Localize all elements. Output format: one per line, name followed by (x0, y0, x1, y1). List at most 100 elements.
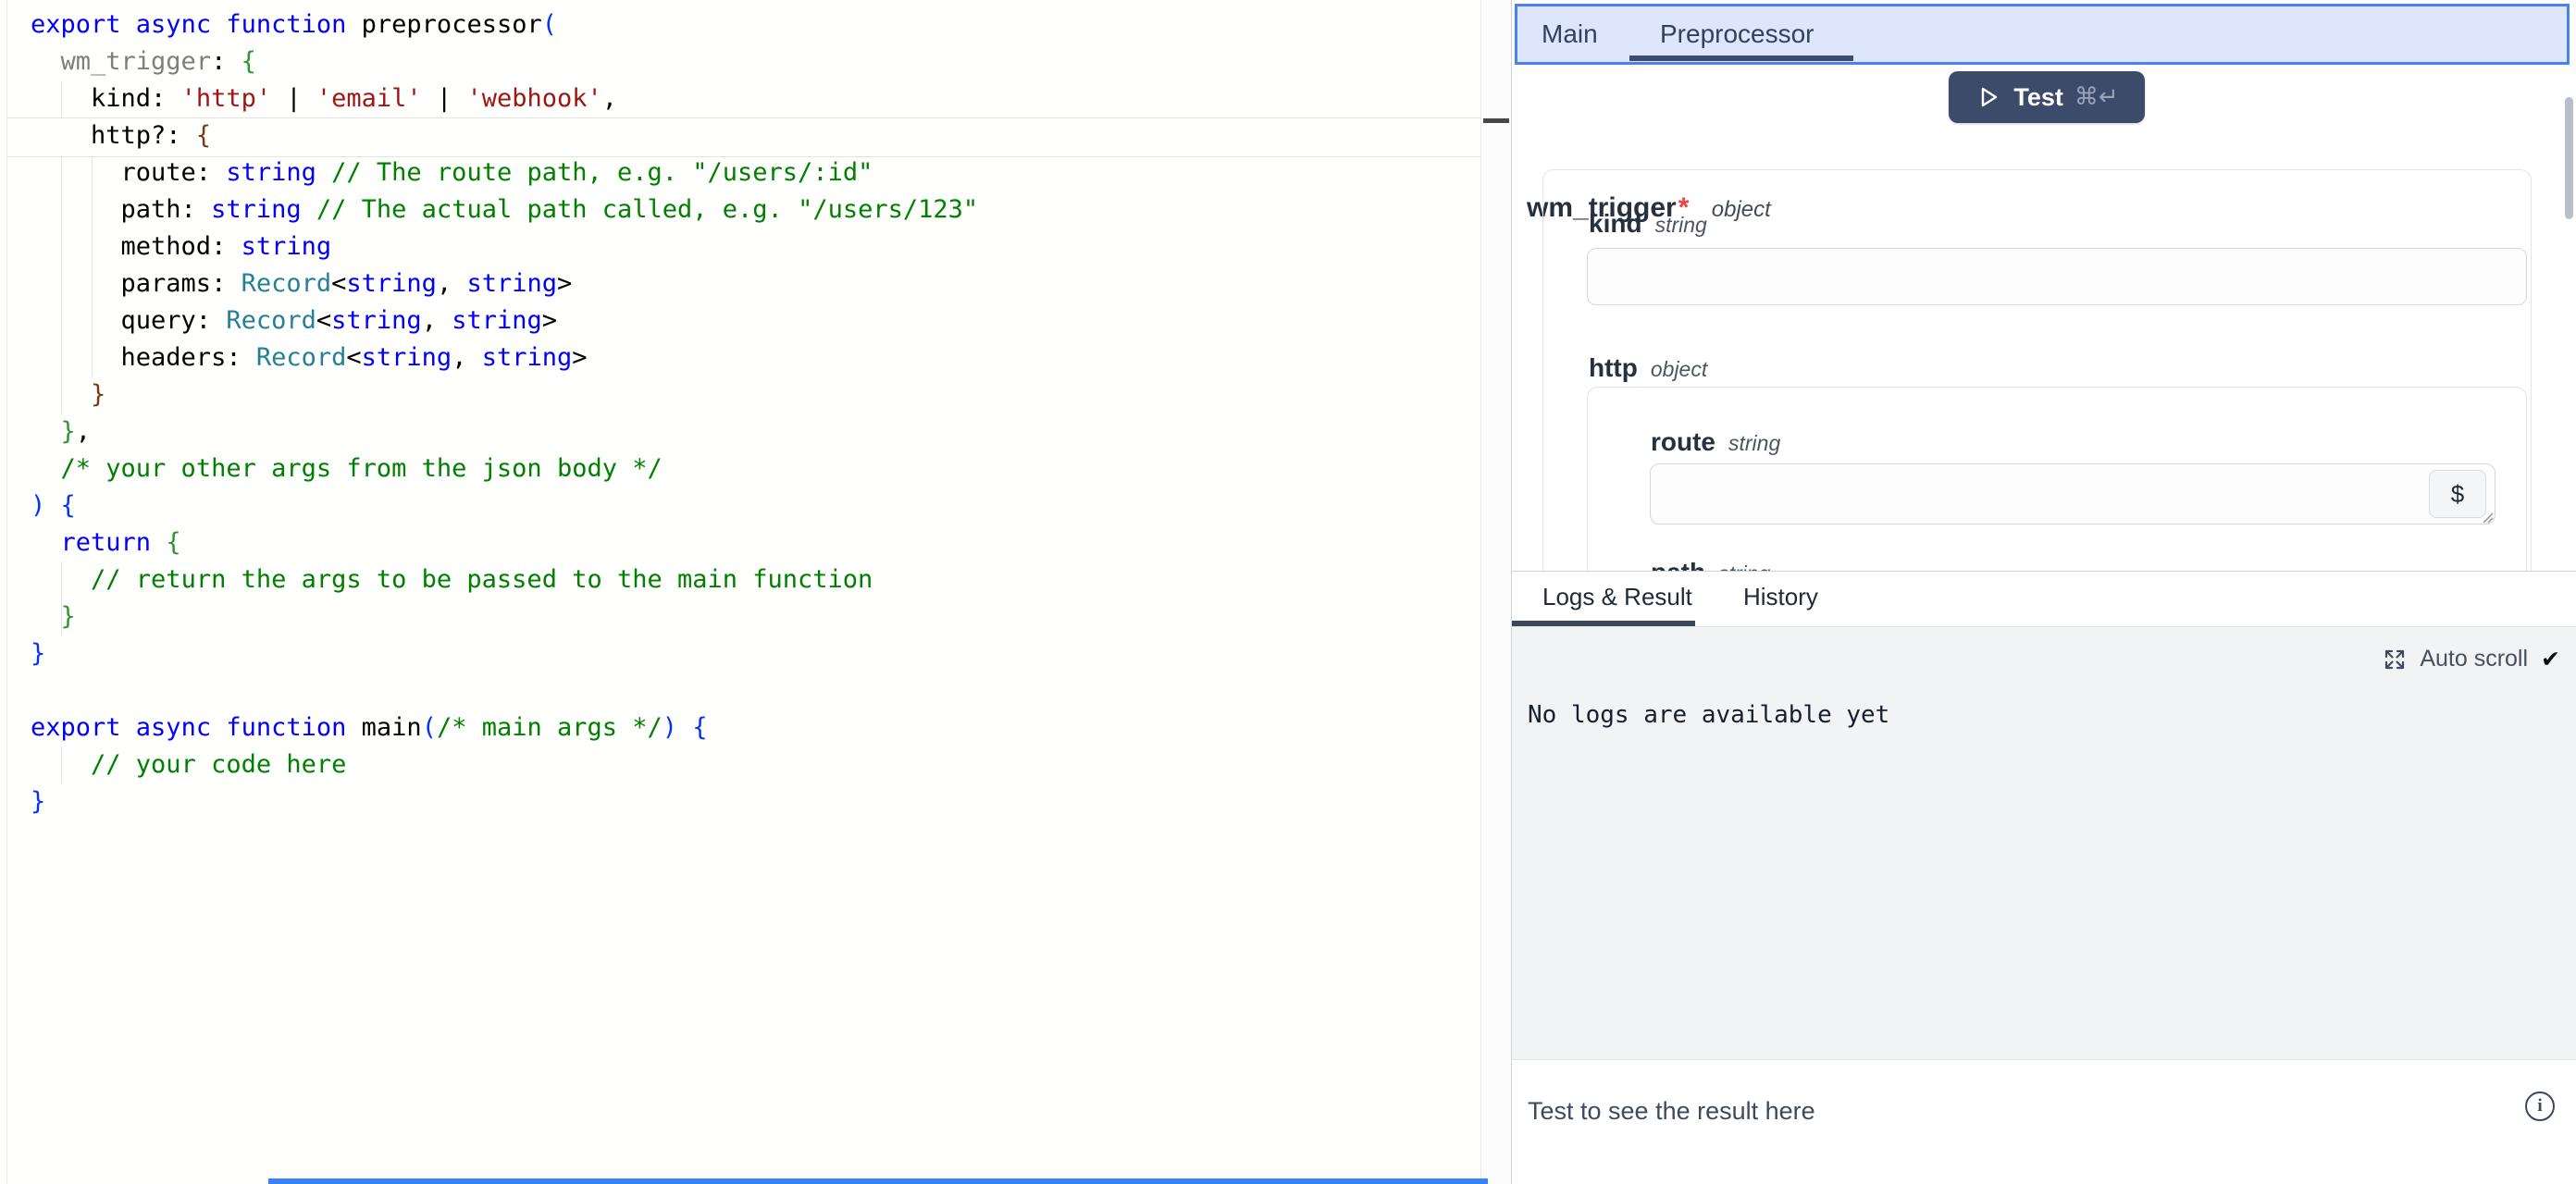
code-token: , (76, 417, 91, 446)
code-token: export (31, 713, 136, 742)
code-line: } (31, 635, 978, 672)
code-token: string (242, 232, 332, 261)
route-input-wrap: $ (1650, 463, 2496, 524)
code-line: headers: Record<string, string> (31, 339, 978, 376)
code-token: string (466, 269, 557, 298)
code-token: } (31, 639, 45, 668)
code-line (31, 672, 978, 709)
test-button[interactable]: Test ⌘↵ (1949, 71, 2145, 123)
code-line: kind: 'http' | 'email' | 'webhook', (31, 80, 978, 117)
kind-input[interactable] (1587, 248, 2527, 305)
panel-scrollbar-thumb[interactable] (2565, 97, 2573, 219)
code-token: ) (663, 713, 693, 742)
code-token: headers: (31, 343, 256, 372)
code-token: string (362, 343, 452, 372)
code-token: 'webhook' (466, 84, 601, 113)
code-line: http?: { (31, 117, 978, 154)
code-token (302, 195, 316, 224)
info-icon[interactable]: i (2525, 1092, 2555, 1121)
code-token: : (211, 47, 242, 76)
code-token: return (61, 528, 167, 557)
code-token: string (452, 306, 542, 335)
field-type: string (1728, 431, 1780, 455)
code-token: } (31, 787, 45, 816)
checkmark-icon: ✔ (2541, 646, 2560, 672)
code-token: { (196, 121, 211, 150)
code-token (31, 602, 61, 631)
code-token: string (226, 158, 316, 187)
code-line: export async function preprocessor( (31, 6, 978, 43)
code-line: export async function main(/* main args … (31, 709, 978, 746)
logs-area: Auto scroll ✔ No logs are available yet (1512, 626, 2576, 1059)
field-name: route (1651, 427, 1715, 456)
overview-ruler-cursor-mark (1483, 118, 1509, 123)
code-line: /* your other args from the json body */ (31, 450, 978, 487)
code-area[interactable]: export async function preprocessor( wm_t… (31, 6, 978, 820)
code-line: // your code here (31, 746, 978, 783)
code-token: { (61, 491, 76, 520)
code-token: // return the args to be passed to the m… (91, 565, 873, 594)
field-name: path (1651, 558, 1705, 571)
code-line: wm_trigger: { (31, 43, 978, 80)
code-token: Record (242, 269, 332, 298)
code-line: ) { (31, 487, 978, 524)
code-token: } (61, 602, 76, 631)
code-token: { (166, 528, 180, 557)
code-token (31, 528, 61, 557)
editor-scrollbar[interactable] (1480, 0, 1511, 1184)
kind-field-label: kindstring (1589, 209, 1707, 239)
code-token: export (31, 10, 136, 39)
code-token: Record (256, 343, 347, 372)
code-token: preprocessor (362, 10, 542, 39)
code-line: } (31, 598, 978, 635)
code-token: < (346, 343, 361, 372)
code-line: // return the args to be passed to the m… (31, 561, 978, 598)
code-token (31, 380, 91, 409)
result-area: Test to see the result here i (1512, 1059, 2576, 1184)
code-token: /* main args */ (437, 713, 663, 742)
code-token: path: (31, 195, 211, 224)
code-token: function (226, 713, 361, 742)
code-token: string (346, 269, 437, 298)
code-token: ) (31, 491, 61, 520)
editor-left-hairline (6, 0, 7, 1184)
code-line: params: Record<string, string> (31, 265, 978, 302)
field-type: string (1655, 213, 1707, 237)
code-line: return { (31, 524, 978, 561)
code-token: < (331, 269, 346, 298)
expand-icon (2383, 648, 2407, 672)
code-line: }, (31, 413, 978, 450)
code-token: { (242, 47, 256, 76)
code-token: | (422, 84, 467, 113)
tab-preprocessor[interactable]: Preprocessor (1660, 6, 1814, 62)
code-editor[interactable]: export async function preprocessor( wm_t… (0, 0, 1510, 1184)
code-token: // The actual path called, e.g. "/users/… (316, 195, 978, 224)
tab-history[interactable]: History (1743, 572, 1818, 622)
code-token: > (542, 306, 557, 335)
code-token: // The route path, e.g. "/users/:id" (331, 158, 873, 187)
code-token: string (331, 306, 422, 335)
code-line: } (31, 783, 978, 820)
path-field-label-clipped: pathstring (1651, 558, 1770, 571)
function-tabbar: Main Preprocessor (1515, 4, 2570, 65)
active-tab-underline (1629, 56, 1853, 61)
tab-logs-result[interactable]: Logs & Result (1542, 572, 1692, 622)
args-form-viewport: Test ⌘↵ wm_trigger* object kindstring ht… (1512, 65, 2576, 571)
tab-main[interactable]: Main (1542, 6, 1598, 62)
route-field-label: route string (1651, 427, 1780, 457)
windmill-script-editor-screen: export async function preprocessor( wm_t… (0, 0, 2576, 1184)
code-line: } (31, 376, 978, 413)
code-token: params: (31, 269, 242, 298)
play-icon (1975, 83, 2002, 111)
code-token: } (91, 380, 105, 409)
resize-grip-icon[interactable] (2479, 509, 2495, 524)
template-variable-button[interactable]: $ (2429, 470, 2486, 518)
route-input[interactable] (1650, 463, 2496, 524)
code-token (31, 565, 91, 594)
autoscroll-row[interactable]: Auto scroll ✔ (2383, 646, 2560, 672)
code-token: // your code here (91, 750, 346, 779)
run-preview-panel: Main Preprocessor Test ⌘↵ wm_trigger* ob… (1511, 0, 2576, 1184)
http-field-label: httpobject (1589, 353, 1707, 383)
code-token: route: (31, 158, 226, 187)
logs-tabbar: Logs & Result History (1512, 571, 2576, 626)
